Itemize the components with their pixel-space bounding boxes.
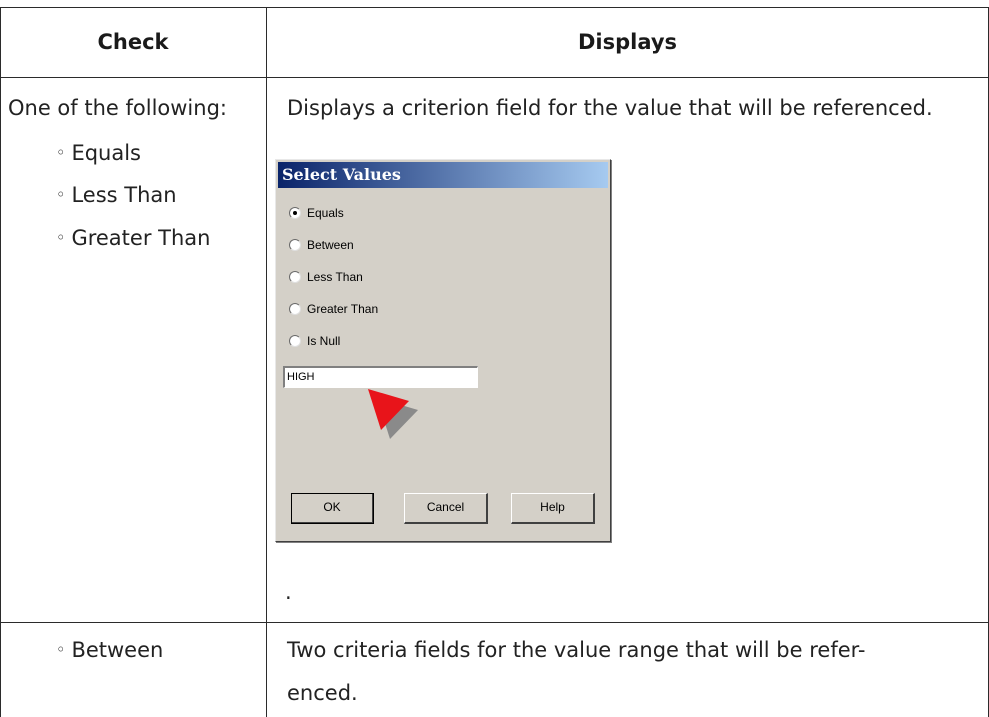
radio-between[interactable]: Between: [289, 235, 354, 255]
table-row-divider: [0, 622, 989, 623]
radio-label: Greater Than: [307, 302, 379, 316]
row1-check-intro: One of the following:: [8, 96, 227, 120]
header-displays: Displays: [577, 30, 678, 54]
header-check: Check: [97, 30, 169, 54]
dialog-title: Select Values: [278, 162, 608, 188]
help-button[interactable]: Help: [511, 493, 595, 524]
radio-indicator[interactable]: [289, 271, 301, 283]
radio-indicator[interactable]: [289, 303, 301, 315]
row1-check-item: ◦ Equals: [56, 141, 141, 165]
select-values-dialog: Select Values Equals Between Less Than G…: [275, 159, 611, 542]
table-column-divider: [266, 7, 267, 717]
row1-check-item: ◦ Less Than: [56, 183, 177, 207]
table-border-top: [0, 7, 989, 8]
row1-check-item: ◦ Greater Than: [56, 226, 211, 250]
row2-displays-line: Two criteria fields for the value range …: [287, 638, 866, 662]
row2-check-item: ◦ Between: [56, 638, 164, 662]
row1-trailing-period: .: [285, 580, 292, 604]
table-header-divider: [0, 77, 989, 78]
pointer-arrow-icon: [368, 389, 418, 439]
criterion-value-input[interactable]: HIGH: [283, 366, 478, 388]
radio-label: Between: [307, 238, 354, 252]
row1-displays-text: Displays a criterion field for the value…: [287, 96, 933, 120]
cancel-button[interactable]: Cancel: [404, 493, 488, 524]
table-border-left: [0, 7, 1, 717]
radio-equals[interactable]: Equals: [289, 203, 344, 223]
radio-is-null[interactable]: Is Null: [289, 331, 340, 351]
radio-less-than[interactable]: Less Than: [289, 267, 363, 287]
radio-label: Less Than: [307, 270, 363, 284]
row2-displays-line: enced.: [287, 681, 358, 705]
radio-greater-than[interactable]: Greater Than: [289, 299, 378, 319]
radio-indicator[interactable]: [289, 239, 301, 251]
radio-label: Equals: [307, 206, 344, 220]
radio-label: Is Null: [307, 334, 341, 348]
radio-indicator[interactable]: [289, 335, 301, 347]
radio-indicator[interactable]: [289, 207, 301, 219]
ok-button[interactable]: OK: [291, 493, 374, 524]
criteria-table: Check Displays One of the following: ◦ Eq…: [0, 0, 989, 717]
